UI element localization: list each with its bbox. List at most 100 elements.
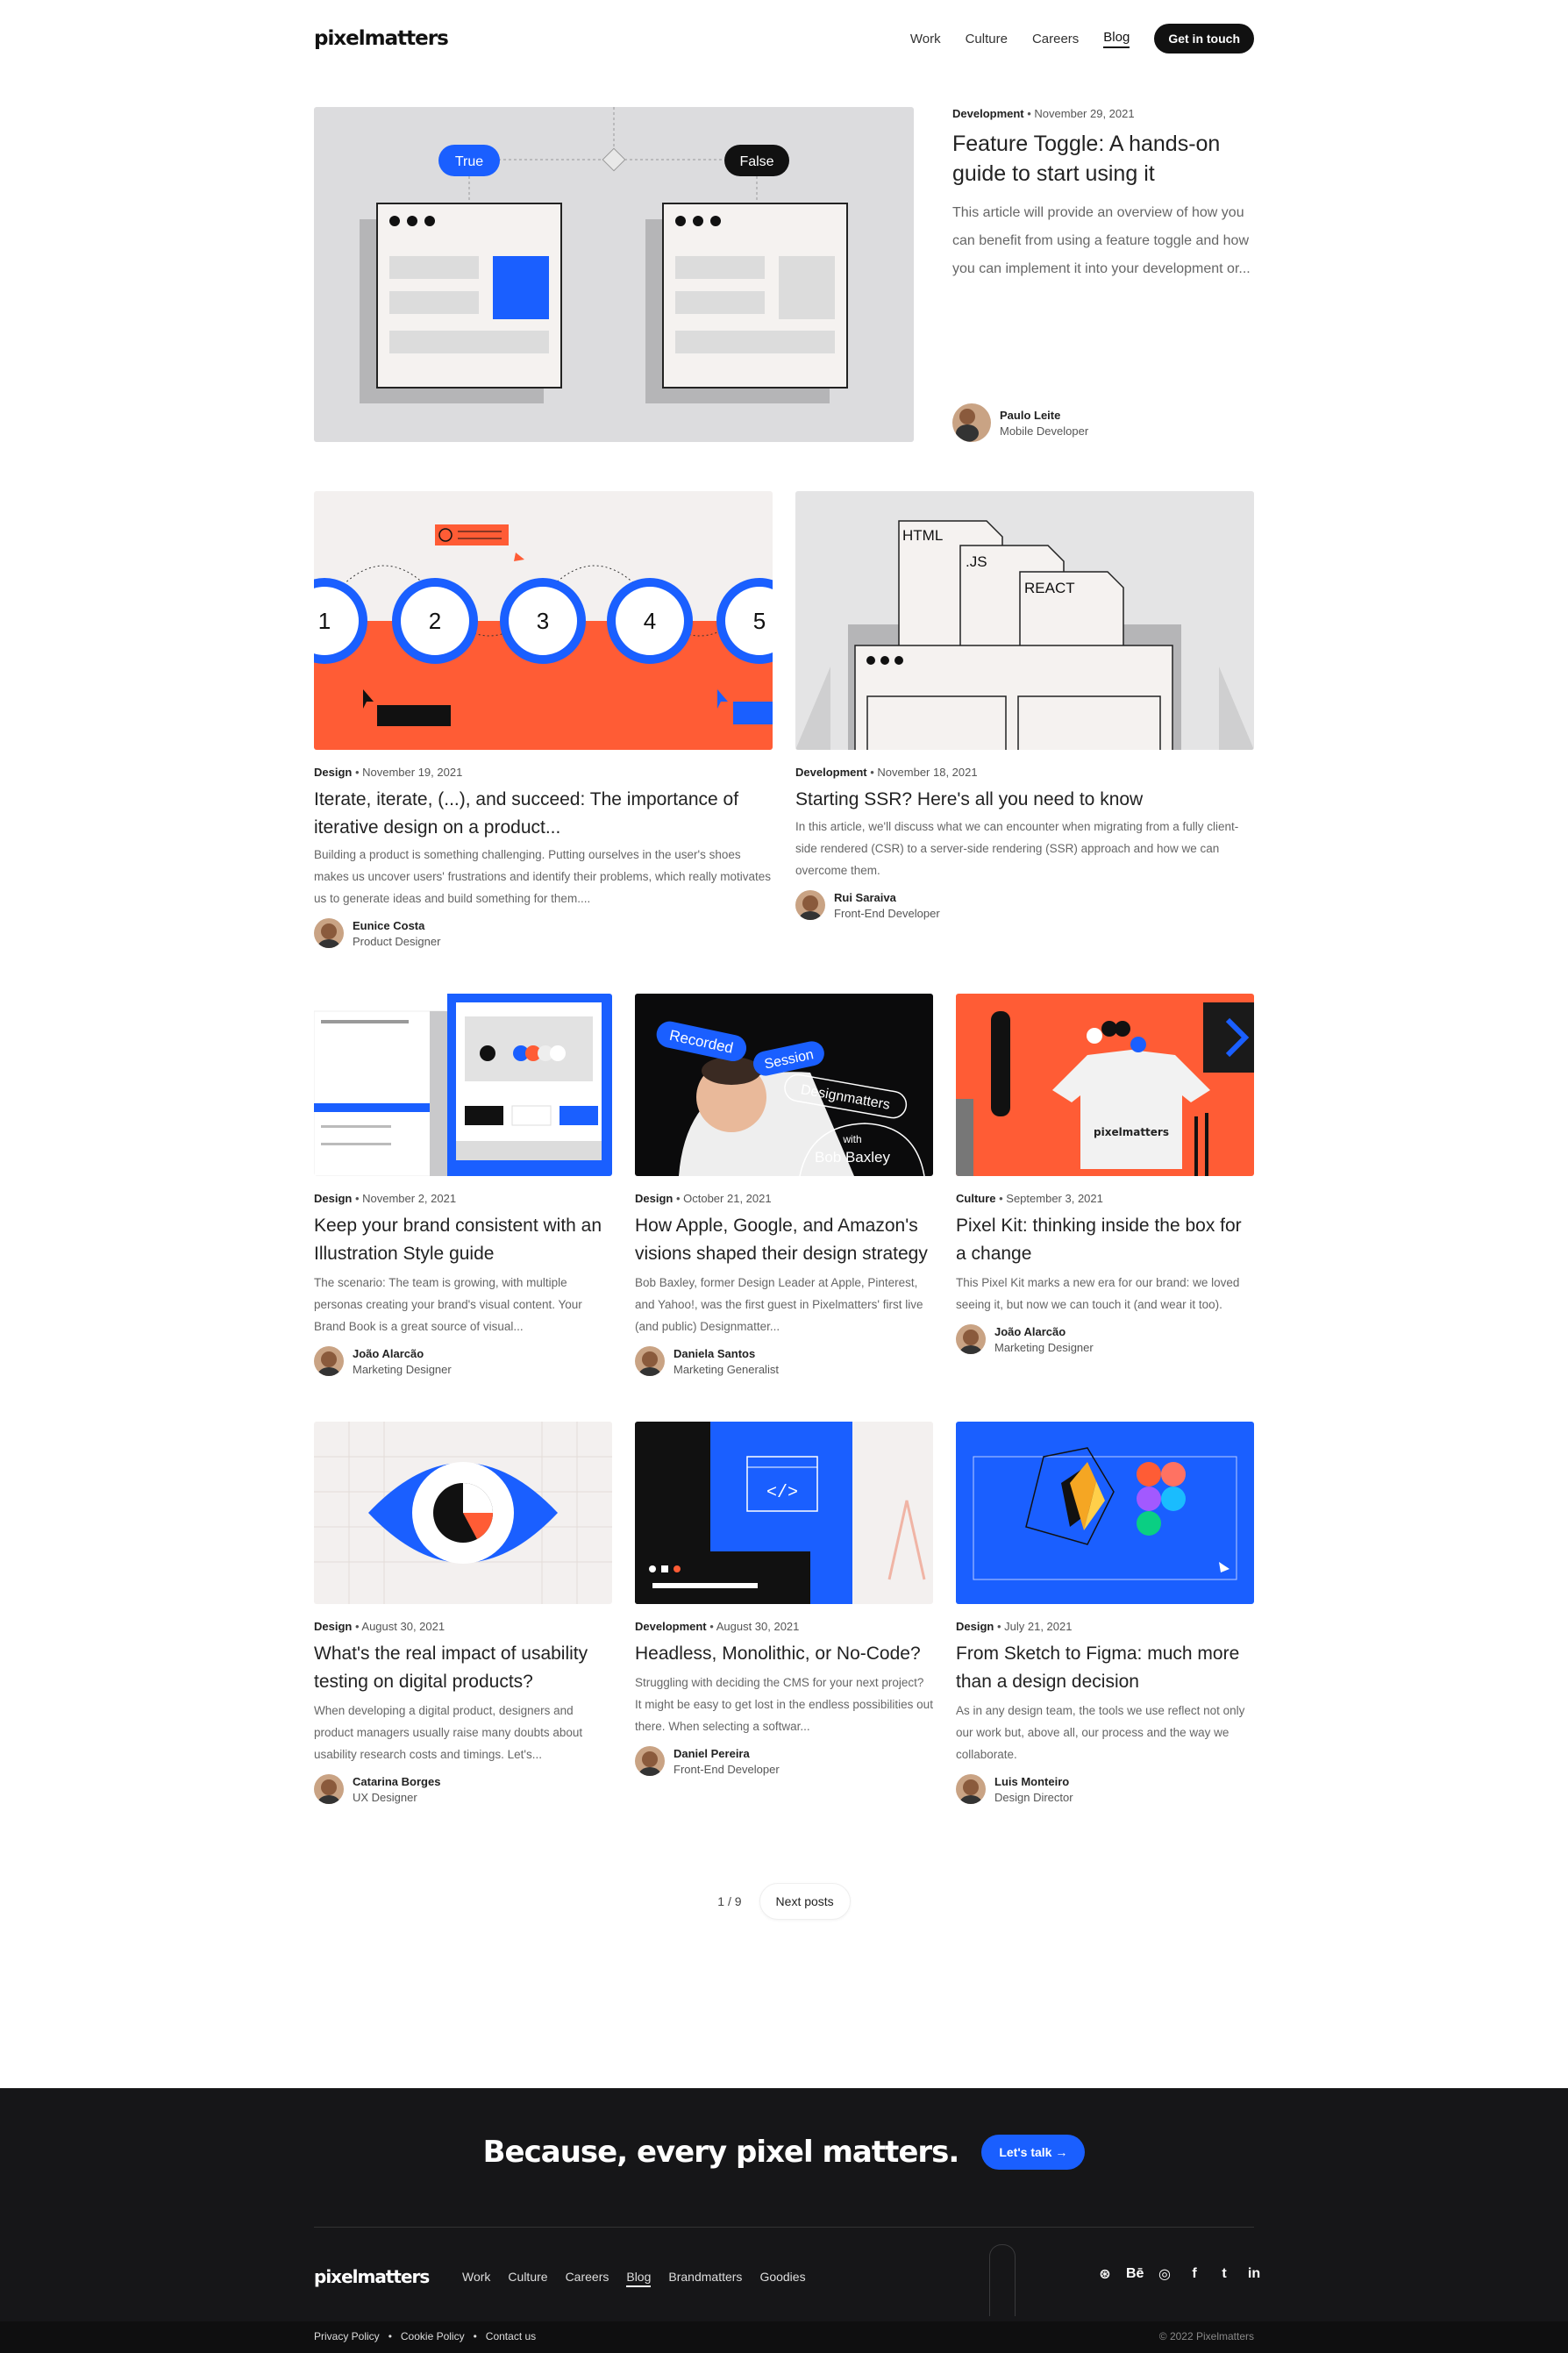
false-label: False xyxy=(739,154,773,169)
post-title[interactable]: How Apple, Google, and Amazon's visions … xyxy=(635,1212,933,1268)
post-author: Paulo Leite Mobile Developer xyxy=(952,403,1088,442)
post-title[interactable]: Feature Toggle: A hands-on guide to star… xyxy=(952,129,1254,189)
post-row-2: 1 2 3 4 5 Design • November 19, 2021 Ite… xyxy=(314,491,1254,948)
post-title[interactable]: From Sketch to Figma: much more than a d… xyxy=(956,1640,1254,1696)
footer-logo[interactable]: pixelmatters xyxy=(314,2266,430,2287)
facebook-icon[interactable]: f xyxy=(1186,2266,1203,2282)
post-category[interactable]: Design xyxy=(956,1620,994,1633)
post-meta: Design • July 21, 2021 xyxy=(956,1620,1073,1633)
nav-careers[interactable]: Careers xyxy=(1032,32,1079,46)
footer-nav-culture[interactable]: Culture xyxy=(508,2270,547,2287)
post-card[interactable]: pixelmatters Culture • September 3, 2021… xyxy=(956,994,1254,1376)
footer-nav-goodies[interactable]: Goodies xyxy=(759,2270,805,2287)
step-4: 4 xyxy=(644,608,656,634)
post-meta: Development • November 29, 2021 xyxy=(952,107,1135,120)
designmatters-session-image[interactable]: Recorded Session Designmatters with Bob … xyxy=(635,994,933,1176)
copyright: © 2022 Pixelmatters xyxy=(1158,2330,1254,2342)
legal-bar xyxy=(0,2321,1568,2353)
post-category[interactable]: Design xyxy=(314,1620,352,1633)
post-meta: Development • November 18, 2021 xyxy=(795,766,978,779)
post-card[interactable]: HTML .JS REACT Development • November 18… xyxy=(795,491,1254,948)
author-name: Eunice Costa xyxy=(353,918,425,932)
get-in-touch-button[interactable]: Get in touch xyxy=(1154,24,1254,53)
contact-us-link[interactable]: Contact us xyxy=(486,2330,536,2342)
instagram-icon[interactable]: ◎ xyxy=(1156,2265,1173,2283)
post-title[interactable]: What's the real impact of usability test… xyxy=(314,1640,612,1696)
post-excerpt: This Pixel Kit marks a new era for our b… xyxy=(956,1276,1240,1311)
avatar xyxy=(795,890,825,920)
footer-nav-work[interactable]: Work xyxy=(462,2270,490,2287)
author-name: Daniela Santos xyxy=(674,1346,756,1360)
post-author: Catarina Borges UX Designer xyxy=(314,1774,612,1804)
post-category[interactable]: Development xyxy=(952,107,1024,120)
post-category[interactable]: Development xyxy=(635,1620,707,1633)
post-card[interactable]: Design • November 2, 2021 Keep your bran… xyxy=(314,994,612,1376)
pixel-kit-photo[interactable]: pixelmatters xyxy=(956,994,1254,1176)
post-category[interactable]: Culture xyxy=(956,1192,996,1205)
footer-nav-blog[interactable]: Blog xyxy=(626,2270,652,2287)
author-role: Marketing Designer xyxy=(353,1362,452,1376)
author-role: Design Director xyxy=(994,1790,1073,1804)
post-card[interactable]: 1 2 3 4 5 Design • November 19, 2021 Ite… xyxy=(314,491,773,948)
main-nav: Work Culture Careers Blog Get in touch xyxy=(910,24,1254,53)
author-name: Catarina Borges xyxy=(353,1774,441,1788)
usability-eye-illustration[interactable] xyxy=(314,1422,612,1604)
post-title[interactable]: Headless, Monolithic, or No-Code? xyxy=(635,1640,933,1668)
post-date: November 29, 2021 xyxy=(1034,107,1135,120)
post-row-3: Design • November 2, 2021 Keep your bran… xyxy=(314,994,1254,1376)
step-1: 1 xyxy=(318,608,331,634)
next-posts-button[interactable]: Next posts xyxy=(759,1883,851,1920)
iterate-illustration[interactable]: 1 2 3 4 5 xyxy=(314,491,773,750)
author-role: Marketing Generalist xyxy=(674,1362,779,1376)
featured-post[interactable]: True False Development • November 29, 20… xyxy=(314,107,1254,442)
author-role: Front-End Developer xyxy=(834,906,940,920)
post-category[interactable]: Design xyxy=(314,766,352,779)
footer-nav-careers[interactable]: Careers xyxy=(566,2270,609,2287)
site-logo[interactable]: pixelmatters xyxy=(314,27,449,50)
post-card[interactable]: </> Development • August 30, 2021 Headle… xyxy=(635,1422,933,1804)
post-meta: Design • November 2, 2021 xyxy=(314,1192,457,1205)
twitter-icon[interactable]: t xyxy=(1215,2266,1233,2282)
author-name: Daniel Pereira xyxy=(674,1746,750,1760)
site-footer: Because, every pixel matters. Let's talk… xyxy=(0,2088,1568,2353)
post-category[interactable]: Design xyxy=(635,1192,673,1205)
post-title[interactable]: Starting SSR? Here's all you need to kno… xyxy=(795,786,1254,814)
post-card[interactable]: Design • July 21, 2021 From Sketch to Fi… xyxy=(956,1422,1254,1804)
post-title[interactable]: Pixel Kit: thinking inside the box for a… xyxy=(956,1212,1254,1268)
tower-icon xyxy=(989,2244,1016,2316)
cookie-policy-link[interactable]: Cookie Policy xyxy=(401,2330,465,2342)
true-label: True xyxy=(455,154,483,169)
avatar xyxy=(314,918,344,948)
sketch-figma-illustration[interactable] xyxy=(956,1422,1254,1604)
feature-toggle-illustration[interactable]: True False xyxy=(314,107,914,442)
ssr-illustration[interactable]: HTML .JS REACT xyxy=(795,491,1254,750)
react-label: REACT xyxy=(1024,580,1075,596)
headless-cms-illustration[interactable]: </> xyxy=(635,1422,933,1604)
post-card[interactable]: Design • August 30, 2021 What's the real… xyxy=(314,1422,612,1804)
dribbble-icon[interactable]: ⊛ xyxy=(1096,2265,1114,2283)
avatar xyxy=(952,403,991,442)
author-name: Paulo Leite xyxy=(1000,408,1061,422)
footer-nav-brandmatters[interactable]: Brandmatters xyxy=(668,2270,742,2287)
behance-icon[interactable]: Bē xyxy=(1126,2266,1144,2282)
style-guide-illustration[interactable] xyxy=(314,994,612,1176)
post-category[interactable]: Design xyxy=(314,1192,352,1205)
author-name: João Alarcão xyxy=(994,1324,1066,1338)
nav-blog[interactable]: Blog xyxy=(1103,30,1130,48)
step-3: 3 xyxy=(537,608,549,634)
post-title[interactable]: Iterate, iterate, (...), and succeed: Th… xyxy=(314,786,773,842)
author-name: Rui Saraiva xyxy=(834,890,896,904)
post-date: November 2, 2021 xyxy=(362,1192,457,1205)
privacy-policy-link[interactable]: Privacy Policy xyxy=(314,2330,380,2342)
html-label: HTML xyxy=(902,527,943,544)
shirt-logo: pixelmatters xyxy=(1094,1126,1169,1138)
post-card[interactable]: Recorded Session Designmatters with Bob … xyxy=(635,994,933,1376)
nav-work[interactable]: Work xyxy=(910,32,941,46)
nav-culture[interactable]: Culture xyxy=(966,32,1008,46)
lets-talk-button[interactable]: Let's talk → xyxy=(981,2135,1086,2170)
linkedin-icon[interactable]: in xyxy=(1245,2266,1263,2282)
author-name: João Alarcão xyxy=(353,1346,424,1360)
post-title[interactable]: Keep your brand consistent with an Illus… xyxy=(314,1212,612,1268)
separator: • xyxy=(388,2330,392,2342)
post-category[interactable]: Development xyxy=(795,766,867,779)
